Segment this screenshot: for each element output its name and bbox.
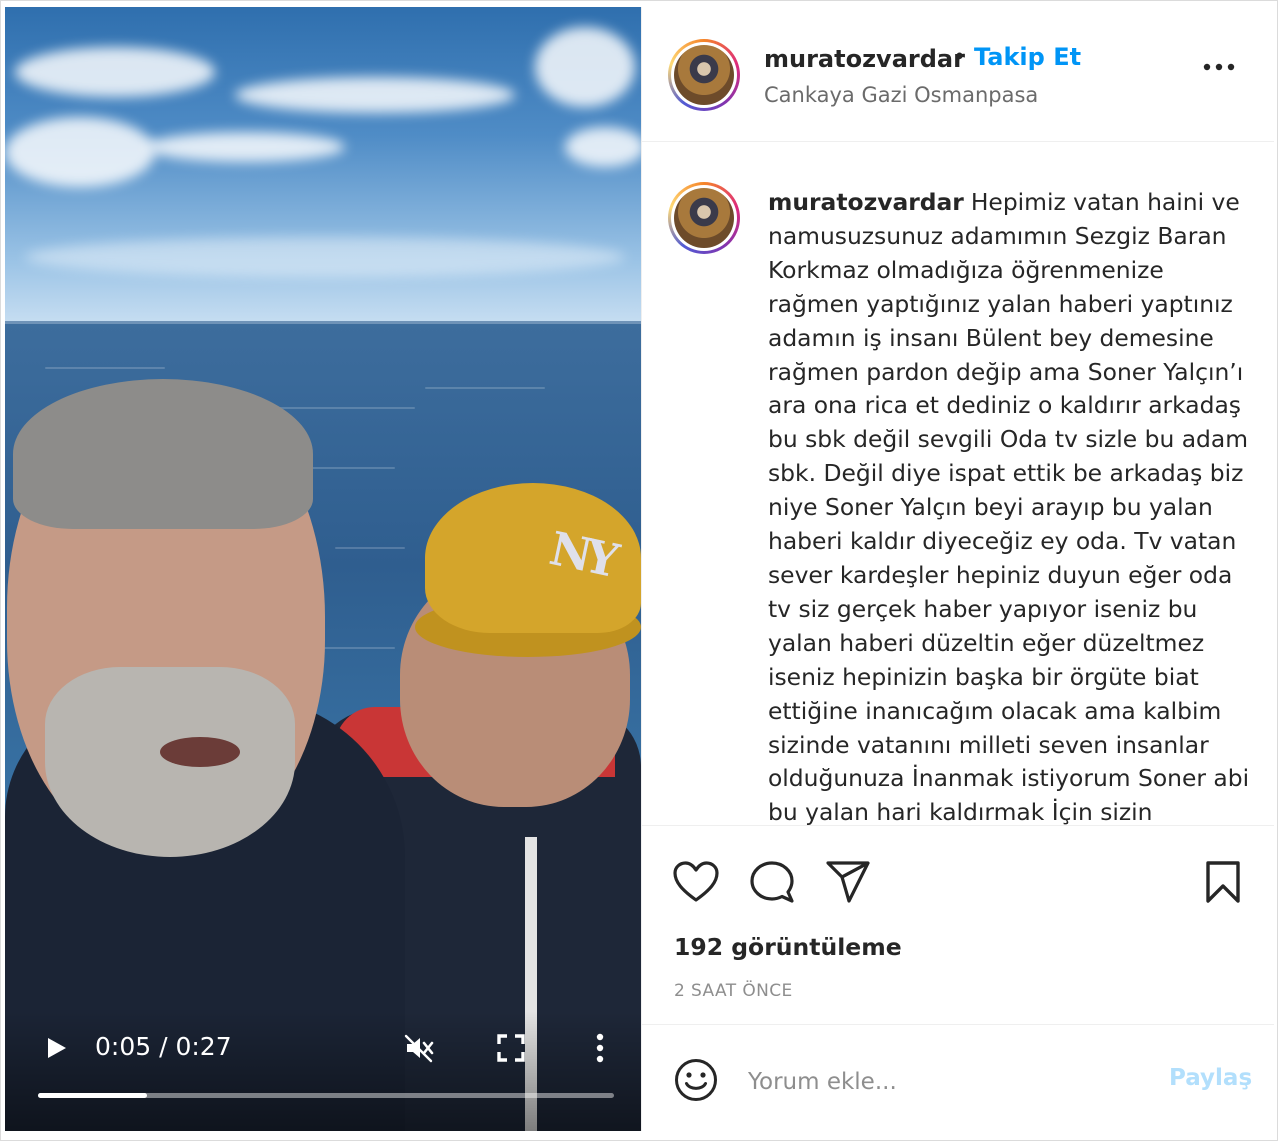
caption-username[interactable]: muratozvardar [768, 188, 964, 216]
play-icon[interactable] [43, 1035, 69, 1061]
avatar-image [674, 45, 734, 105]
muted-icon[interactable] [403, 1032, 435, 1064]
cloud-shape [15, 47, 215, 97]
comment-input[interactable] [746, 1063, 1140, 1101]
separator-dot: • [953, 45, 966, 70]
cloud-shape [5, 117, 155, 187]
caption-text: Hepimiz vatan haini ve namusuzsunuz adam… [768, 188, 1250, 826]
post-actions: 192 görüntüleme 2 SAAT ÖNCE Paylaş [642, 825, 1274, 1131]
video-progress-fill [38, 1093, 148, 1098]
wave-line [425, 387, 545, 389]
post-comment-button[interactable]: Paylaş [1169, 1065, 1252, 1091]
wave-line [45, 367, 165, 369]
fullscreen-icon[interactable] [497, 1034, 525, 1062]
bookmark-icon[interactable] [1205, 860, 1241, 904]
follow-button[interactable]: Takip Et [974, 43, 1081, 71]
more-vertical-icon[interactable] [591, 1032, 609, 1064]
wave-line [335, 547, 405, 549]
view-count[interactable]: 192 görüntüleme [674, 933, 902, 961]
share-icon[interactable] [825, 860, 871, 904]
controls-shade [5, 1011, 641, 1131]
post-header: muratozvardar • Takip Et Cankaya Gazi Os… [642, 7, 1274, 142]
video-progress-bar[interactable] [38, 1093, 614, 1098]
cloud-shape [565, 127, 641, 167]
caption: muratozvardar Hepimiz vatan haini ve namu… [768, 186, 1260, 826]
post-dialog: NY 0:05 / 0:27 muratozvardar • Takip Et … [0, 0, 1278, 1141]
emoji-icon[interactable] [674, 1058, 718, 1102]
post-timestamp: 2 SAAT ÖNCE [674, 981, 793, 1001]
cloud-shape [235, 77, 515, 113]
username-link[interactable]: muratozvardar [764, 45, 965, 73]
person-left-mouth [160, 737, 240, 767]
cloud-shape [145, 132, 345, 162]
video-player[interactable]: NY 0:05 / 0:27 [5, 7, 641, 1131]
heart-icon[interactable] [672, 860, 720, 904]
wave-line [305, 467, 395, 469]
comment-bar: Paylaş [642, 1024, 1274, 1131]
post-details-pane: muratozvardar • Takip Et Cankaya Gazi Os… [641, 7, 1274, 1131]
person-left-hair [13, 379, 313, 529]
video-horizon [5, 321, 641, 324]
comment-icon[interactable] [749, 860, 795, 906]
more-horizontal-icon[interactable] [1202, 61, 1236, 73]
avatar[interactable] [668, 39, 740, 111]
avatar-image [674, 188, 734, 248]
caption-area: muratozvardar Hepimiz vatan haini ve namu… [642, 142, 1274, 826]
cloud-shape [25, 237, 625, 277]
video-time: 0:05 / 0:27 [95, 1032, 232, 1061]
caption-avatar[interactable] [668, 182, 740, 254]
location-link[interactable]: Cankaya Gazi Osmanpasa [764, 83, 1038, 107]
cloud-shape [535, 27, 635, 107]
